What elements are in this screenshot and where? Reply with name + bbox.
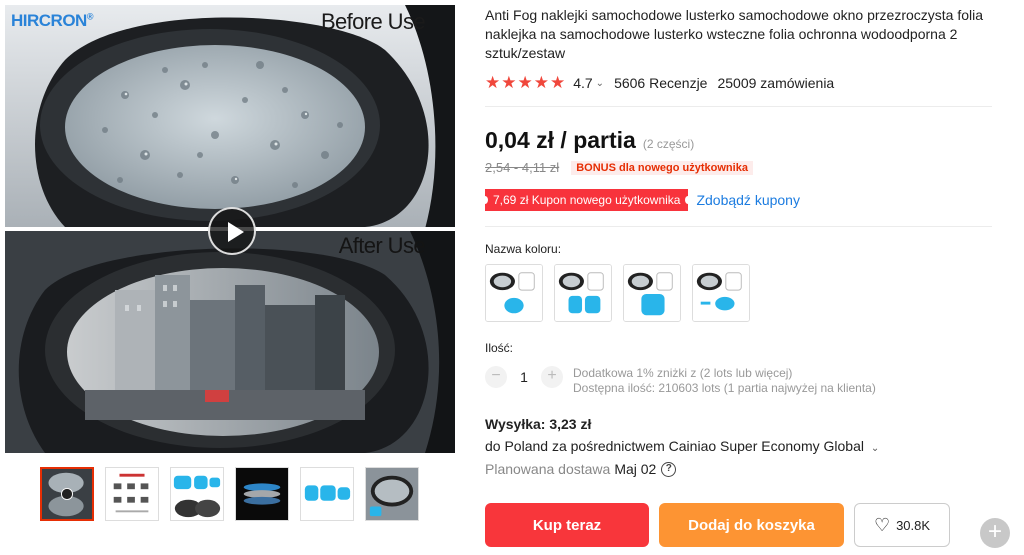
wishlist-button[interactable]: ♡ 30.8K (854, 503, 950, 547)
color-swatches (485, 264, 750, 322)
thumbnail-image (106, 468, 158, 520)
color-option-4[interactable] (692, 264, 750, 322)
quantity-label: Ilość: (485, 341, 514, 355)
thumbnail-2[interactable] (105, 467, 159, 521)
thumbnail-strip (40, 467, 419, 521)
quantity-notes: Dodatkowa 1% zniżki z (2 lots lub więcej… (573, 366, 876, 396)
swatch-image (555, 265, 611, 321)
price-pieces: (2 części) (642, 137, 695, 151)
buy-now-button[interactable]: Kup teraz (485, 503, 649, 547)
thumbnail-image (171, 468, 223, 520)
shipping-method-selector[interactable]: do Poland za pośrednictwem Cainiao Super… (485, 438, 879, 454)
swatch-image (486, 265, 542, 321)
thumbnail-image (236, 468, 288, 520)
quantity-increase-button[interactable]: + (541, 366, 563, 388)
thumbnail-5[interactable] (300, 467, 354, 521)
product-title: Anti Fog naklejki samochodowe lusterko s… (485, 7, 984, 61)
purchase-actions: Kup teraz Dodaj do koszyka ♡ 30.8K (485, 503, 950, 547)
rating-stars-icon: ★★★★★ (485, 73, 567, 92)
bonus-badge: BONUS dla nowego użytkownika (571, 160, 753, 175)
swatch-image (624, 265, 680, 321)
delivery-label: Planowana dostawa (485, 461, 611, 477)
main-product-image[interactable]: HIRCRON® Before Use After Use (5, 5, 455, 453)
thumbnail-6[interactable] (365, 467, 419, 521)
color-option-3[interactable] (623, 264, 681, 322)
delivery-row: Planowana dostawa Maj 02 ? (485, 461, 677, 477)
thumbnail-3[interactable] (170, 467, 224, 521)
quantity-decrease-button[interactable]: − (485, 366, 507, 388)
color-option-2[interactable] (554, 264, 612, 322)
brand-logo: HIRCRON® (11, 11, 93, 30)
thumbnail-1[interactable] (40, 467, 94, 521)
play-video-button[interactable] (208, 207, 256, 255)
divider (485, 226, 992, 227)
rating-score[interactable]: 4.7 (573, 75, 592, 91)
thumbnail-image (301, 468, 353, 520)
rating-row: ★★★★★ 4.7 ⌄ 5606 Recenzje 25009 zamówien… (485, 73, 834, 93)
shipping-method: do Poland za pośrednictwem Cainiao Super… (485, 438, 864, 454)
get-coupons-link[interactable]: Zdobądź kupony (696, 192, 800, 208)
chevron-down-icon[interactable]: ⌄ (596, 78, 604, 89)
thumbnail-4[interactable] (235, 467, 289, 521)
chevron-down-icon: ⌄ (870, 443, 880, 454)
price-row: 0,04 zł / partia (2 części) (485, 127, 694, 154)
coupon-row: 7,69 zł Kupon nowego użytkownika Zdobądź… (481, 189, 800, 211)
help-icon[interactable]: ? (661, 461, 677, 477)
after-use-caption: After Use (338, 233, 426, 258)
thumbnail-image (366, 468, 418, 520)
orders-count: 25009 zamówienia (717, 75, 835, 91)
reviews-count[interactable]: 5606 Recenzje (614, 75, 707, 91)
current-price: 0,04 zł / partia (485, 127, 636, 153)
quantity-available-note: Dostępna ilość: 210603 lots (1 partia na… (573, 381, 876, 395)
old-price-row: 2,54 - 4,11 zł BONUS dla nowego użytkown… (485, 160, 753, 175)
quantity-input[interactable]: 1 (507, 366, 541, 388)
quantity-row: − 1 + Dodatkowa 1% zniżki z (2 lots lub … (485, 366, 876, 396)
before-use-caption: Before Use (320, 9, 426, 34)
floating-plus-button[interactable]: + (980, 518, 1010, 548)
wishlist-count: 30.8K (896, 517, 931, 533)
thumbnail-image (42, 469, 92, 519)
color-label: Nazwa koloru: (485, 242, 562, 256)
color-option-1[interactable] (485, 264, 543, 322)
add-to-cart-button[interactable]: Dodaj do koszyka (659, 503, 844, 547)
new-user-coupon[interactable]: 7,69 zł Kupon nowego użytkownika (481, 189, 692, 211)
heart-icon: ♡ (873, 515, 891, 535)
divider (485, 106, 992, 107)
shipping-cost: Wysyłka: 3,23 zł (485, 416, 592, 432)
quantity-discount-note: Dodatkowa 1% zniżki z (2 lots lub więcej… (573, 366, 793, 380)
swatch-image (693, 265, 749, 321)
original-price: 2,54 - 4,11 zł (485, 160, 560, 175)
delivery-date: Maj 02 (614, 461, 657, 477)
